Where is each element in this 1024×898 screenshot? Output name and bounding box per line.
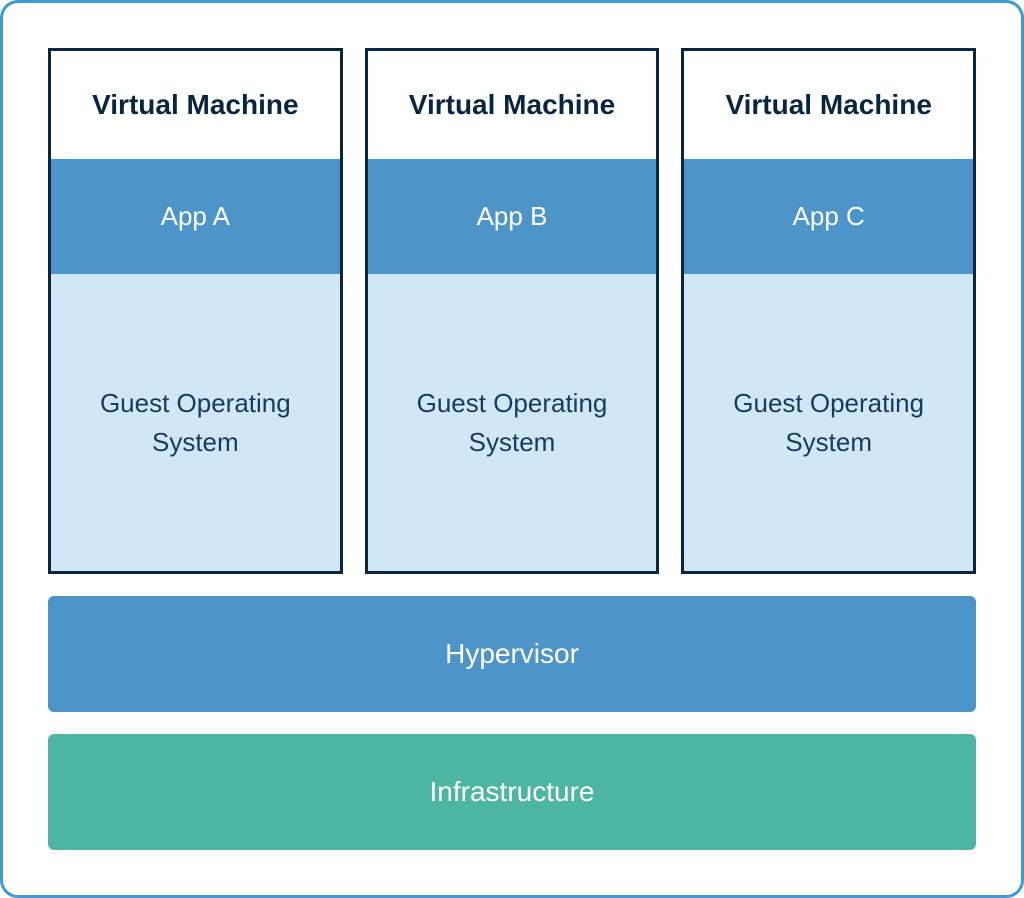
app-box: App C (684, 159, 973, 274)
hypervisor-layer: Hypervisor (48, 596, 976, 712)
vm-title: Virtual Machine (684, 51, 973, 159)
vm-title: Virtual Machine (368, 51, 657, 159)
vm-box-a: Virtual Machine App A Guest Operating Sy… (48, 48, 343, 574)
guest-os-box: Guest Operating System (51, 274, 340, 571)
diagram-container: Virtual Machine App A Guest Operating Sy… (0, 0, 1024, 898)
guest-os-box: Guest Operating System (684, 274, 973, 571)
vm-box-c: Virtual Machine App C Guest Operating Sy… (681, 48, 976, 574)
app-box: App B (368, 159, 657, 274)
app-box: App A (51, 159, 340, 274)
virtual-machines-row: Virtual Machine App A Guest Operating Sy… (48, 48, 976, 574)
infrastructure-layer: Infrastructure (48, 734, 976, 850)
vm-title: Virtual Machine (51, 51, 340, 159)
vm-box-b: Virtual Machine App B Guest Operating Sy… (365, 48, 660, 574)
guest-os-box: Guest Operating System (368, 274, 657, 571)
